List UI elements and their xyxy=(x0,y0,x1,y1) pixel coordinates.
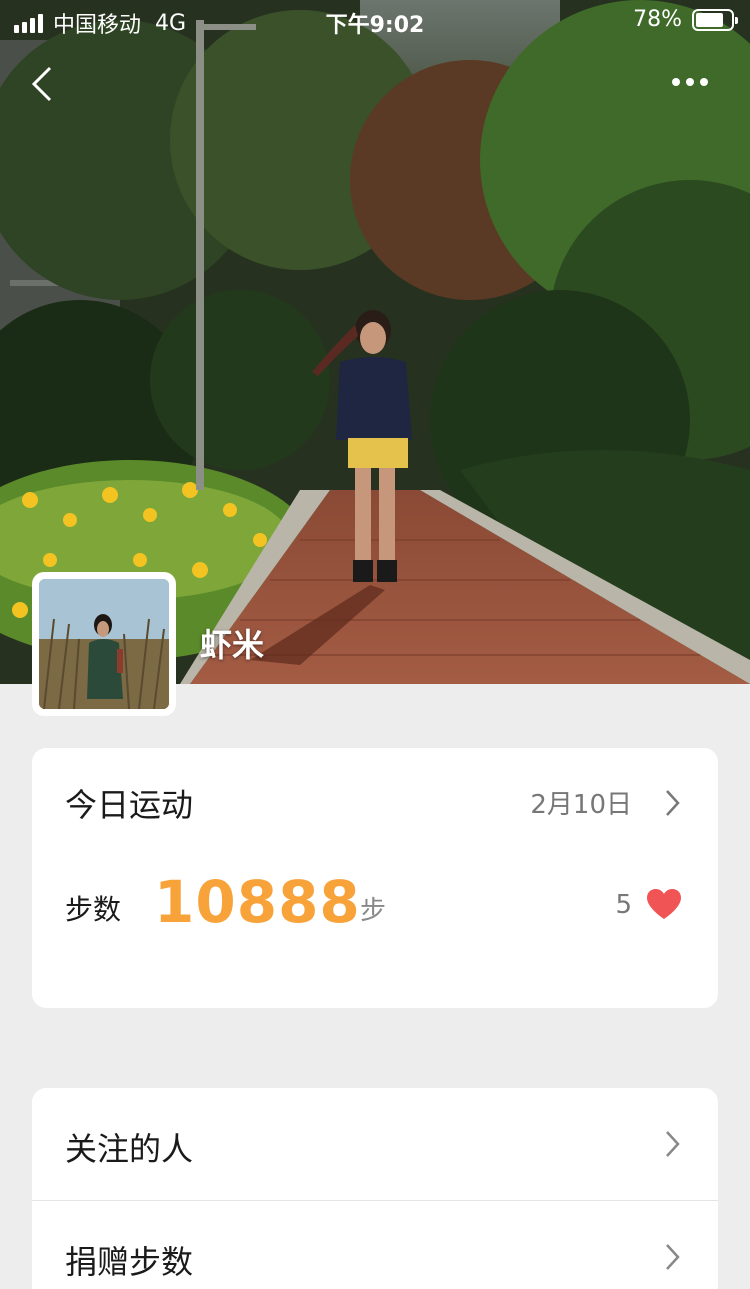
more-button[interactable] xyxy=(672,70,716,94)
sport-title: 今日运动 xyxy=(65,786,194,824)
today-sport-card[interactable]: 今日运动 2月10日 步数 10888 步 5 xyxy=(32,748,718,1008)
avatar-photo xyxy=(39,579,169,709)
ellipsis-icon xyxy=(672,78,680,86)
avatar[interactable] xyxy=(32,572,176,716)
status-bar: 中国移动 4G 下午9:02 78% xyxy=(0,0,750,40)
list-item-following[interactable]: 关注的人 xyxy=(32,1088,718,1200)
list-item-label: 关注的人 xyxy=(65,1130,194,1168)
chevron-right-icon xyxy=(666,1131,680,1157)
steps-unit: 步 xyxy=(360,896,387,926)
battery-percent: 78% xyxy=(633,7,682,32)
steps-value: 10888 xyxy=(154,868,361,936)
avatar-photo-scene xyxy=(39,579,169,709)
battery-fill xyxy=(696,12,723,27)
likes-count: 5 xyxy=(615,890,632,920)
battery-icon xyxy=(692,8,738,31)
chevron-right-icon xyxy=(666,790,680,816)
heart-icon[interactable] xyxy=(646,888,682,920)
list-item-donate-steps[interactable]: 捐赠步数 xyxy=(32,1201,718,1289)
chevron-left-icon xyxy=(31,66,52,102)
list-item-label: 捐赠步数 xyxy=(65,1243,194,1281)
chevron-right-icon xyxy=(666,1244,680,1270)
back-button[interactable] xyxy=(28,64,58,104)
profile-name: 虾米 xyxy=(200,626,265,664)
sport-date: 2月10日 xyxy=(530,790,632,820)
menu-list-card: 关注的人 捐赠步数 xyxy=(32,1088,718,1289)
steps-label: 步数 xyxy=(65,893,122,926)
